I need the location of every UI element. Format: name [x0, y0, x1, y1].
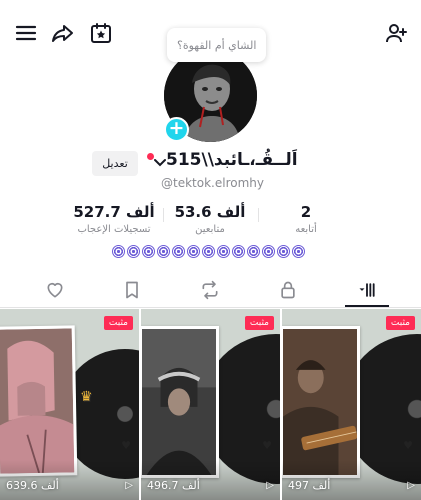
bookmark-icon	[126, 281, 138, 299]
active-tab-indicator	[345, 305, 389, 307]
view-count: 496.7 ألف ▷	[141, 479, 280, 492]
stat-followers[interactable]: 53.6 ألف متابعين	[172, 203, 248, 235]
tab-videos[interactable]	[332, 272, 402, 308]
view-count-value: 497 ألف	[288, 479, 331, 492]
video-grid: ♛ ♥ مثبت 639.6 ألف ▷ ♥ مثبت 496.7 ألف ▷	[0, 309, 421, 500]
swirl-emoji-icon	[262, 245, 275, 258]
view-count-value: 639.6 ألف	[6, 479, 59, 492]
tab-favorites[interactable]	[97, 272, 167, 308]
swirl-emoji-icon	[127, 245, 140, 258]
calendar-star-icon[interactable]	[88, 20, 114, 46]
swirl-emoji-icon	[217, 245, 230, 258]
edit-profile-button[interactable]: تعديل	[92, 151, 138, 176]
swirl-emoji-icon	[157, 245, 170, 258]
view-count: 497 ألف ▷	[282, 479, 421, 492]
video-thumbnail[interactable]: ♥ مثبت 497 ألف ▷	[282, 309, 421, 500]
heart-icon: ♥	[121, 439, 131, 452]
swirl-emoji-icon	[112, 245, 125, 258]
video-photo	[141, 326, 219, 478]
swirl-emoji-icon	[277, 245, 290, 258]
swirl-emoji-icon	[232, 245, 245, 258]
stat-divider	[258, 208, 259, 222]
grid-icon	[359, 283, 375, 297]
hamburger-icon[interactable]	[13, 20, 39, 46]
pinned-badge: مثبت	[244, 316, 274, 330]
stat-followers-label: متابعين	[195, 224, 225, 235]
heart-icon: ♥	[403, 439, 413, 452]
stat-likes-label: تسجيلات الإعجاب	[77, 224, 151, 235]
lock-icon	[281, 281, 295, 299]
play-icon: ▷	[407, 480, 415, 491]
repost-icon	[202, 280, 218, 300]
pinned-badge: مثبت	[103, 316, 133, 330]
stat-following-value: 2	[300, 203, 312, 221]
stat-likes[interactable]: 527.7 ألف تسجيلات الإعجاب	[66, 203, 162, 235]
note-bubble[interactable]: الشاي أم القهوة؟	[167, 28, 267, 62]
swirl-emoji-icon	[172, 245, 185, 258]
swirl-emoji-icon	[202, 245, 215, 258]
stat-likes-value: 527.7 ألف	[73, 203, 155, 221]
view-count-value: 496.7 ألف	[147, 479, 200, 492]
stat-divider	[163, 208, 164, 222]
swirl-emoji-icon	[292, 245, 305, 258]
tab-reposts[interactable]	[175, 272, 245, 308]
swirl-emoji-icon	[142, 245, 155, 258]
swirl-emoji-icon	[247, 245, 260, 258]
chevron-down-icon[interactable]	[154, 158, 166, 168]
notification-dot	[147, 153, 154, 160]
stat-following-label: أتابعه	[295, 224, 317, 235]
stat-followers-value: 53.6 ألف	[174, 203, 246, 221]
video-photo	[0, 325, 78, 477]
tab-private[interactable]	[253, 272, 323, 308]
tab-liked[interactable]	[20, 272, 90, 308]
swirl-emoji-icon	[187, 245, 200, 258]
heart-icon: ♥	[262, 439, 272, 452]
pinned-badge: مثبت	[385, 316, 415, 330]
display-name[interactable]: اَلــقُـ،ـائبد\\515	[166, 150, 298, 170]
heart-icon	[47, 282, 63, 298]
add-story-plus-icon[interactable]: +	[164, 117, 189, 142]
bio-emoji-row	[112, 245, 310, 261]
share-arrow-icon[interactable]	[50, 20, 76, 46]
video-thumbnail[interactable]: ♛ ♥ مثبت 639.6 ألف ▷	[0, 309, 139, 500]
add-person-icon[interactable]	[383, 20, 409, 46]
username: @tektok.elromhy	[161, 176, 264, 190]
video-thumbnail[interactable]: ♥ مثبت 496.7 ألف ▷	[141, 309, 280, 500]
stat-following[interactable]: 2 أتابعه	[276, 203, 336, 235]
play-icon: ▷	[125, 480, 133, 491]
video-photo	[282, 326, 360, 478]
view-count: 639.6 ألف ▷	[0, 479, 139, 492]
play-icon: ▷	[266, 480, 274, 491]
profile-tabs	[0, 272, 421, 308]
logo-badge-graphic: ♛	[80, 389, 93, 405]
